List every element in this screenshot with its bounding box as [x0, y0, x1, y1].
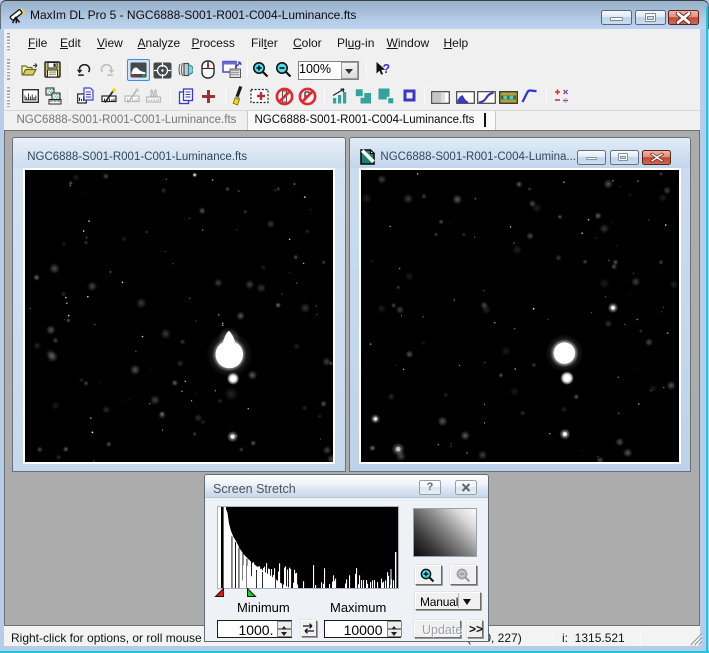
svg-text:?: ?	[383, 62, 391, 76]
